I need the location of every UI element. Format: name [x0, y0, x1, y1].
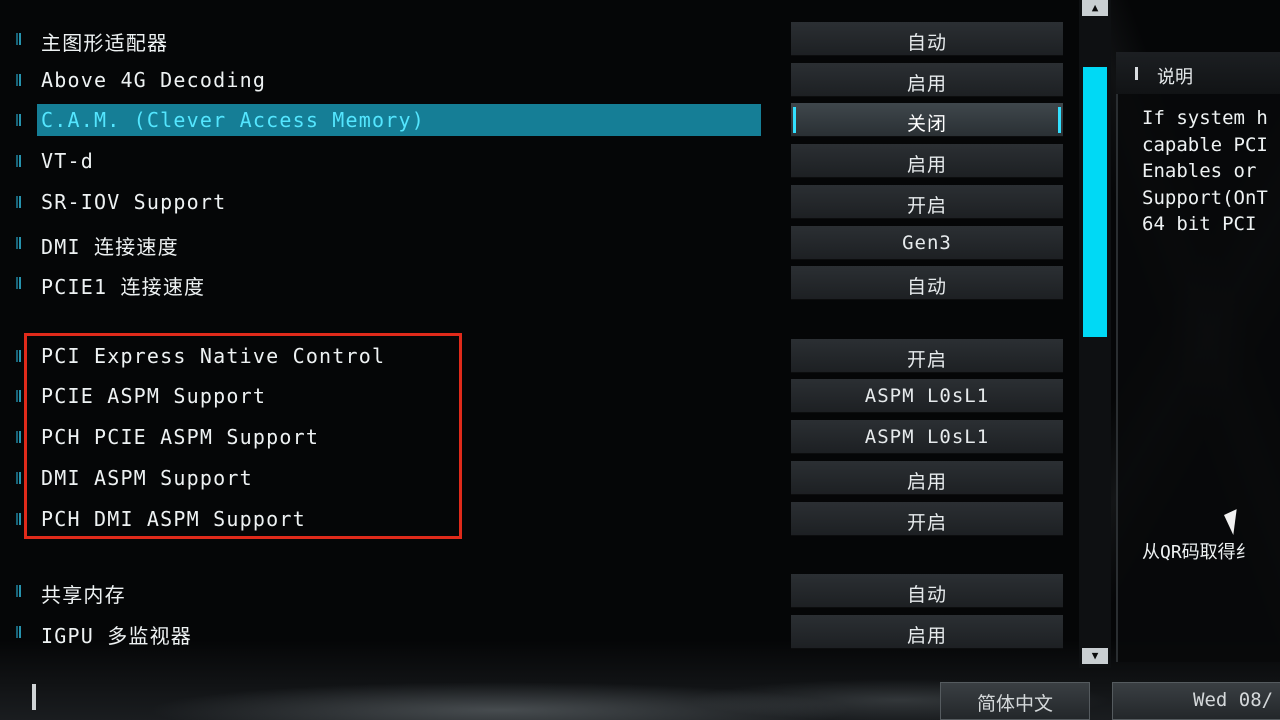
- setting-row[interactable]: DMI 连接速度 Gen3: [0, 226, 1075, 260]
- setting-value-button[interactable]: 启用: [791, 144, 1063, 178]
- datetime-label: Wed 08/: [1193, 689, 1274, 711]
- setting-row[interactable]: SR-IOV Support 开启: [0, 185, 1075, 219]
- setting-value: 自动: [906, 32, 947, 54]
- setting-value-button[interactable]: 开启: [791, 339, 1063, 373]
- bullet-icon: [16, 513, 24, 525]
- bullet-icon: [16, 390, 24, 402]
- setting-value: ASPM L0sL1: [864, 426, 990, 448]
- setting-value-button[interactable]: 自动: [791, 22, 1063, 56]
- triangle-down-icon[interactable]: ▼: [1082, 648, 1108, 664]
- bullet-icon: [16, 33, 24, 45]
- setting-label: SR-IOV Support: [41, 190, 227, 214]
- setting-label: 主图形适配器: [41, 31, 169, 55]
- setting-value: 启用: [906, 471, 947, 493]
- setting-row[interactable]: VT-d 启用: [0, 144, 1075, 178]
- setting-label: Above 4G Decoding: [41, 68, 267, 92]
- setting-value-button[interactable]: 启用: [791, 461, 1063, 495]
- setting-label: DMI 连接速度: [41, 235, 179, 259]
- bullet-icon: [16, 74, 24, 86]
- annotation-highlight-box: [24, 333, 462, 539]
- qr-code-hint: 从QR码取得纟: [1142, 542, 1254, 563]
- bullet-icon: [16, 277, 24, 289]
- setting-label: 共享内存: [41, 583, 126, 607]
- setting-value: 开启: [906, 512, 947, 534]
- language-label: 简体中文: [976, 693, 1053, 715]
- setting-value: 开启: [906, 349, 947, 371]
- setting-row[interactable]: Above 4G Decoding 启用: [0, 63, 1075, 97]
- bullet-icon: [16, 585, 24, 597]
- setting-row[interactable]: 共享内存 自动: [0, 574, 1075, 608]
- setting-value: 开启: [906, 195, 947, 217]
- setting-label: C.A.M. (Clever Access Memory): [41, 108, 425, 132]
- setting-value-button[interactable]: 自动: [791, 574, 1063, 608]
- setting-row[interactable]: PCIE1 连接速度 自动: [0, 266, 1075, 300]
- setting-value-button[interactable]: 关闭: [791, 103, 1063, 137]
- setting-value: Gen3: [902, 232, 952, 254]
- bullet-icon: [16, 196, 24, 208]
- setting-label: PCIE1 连接速度: [41, 275, 206, 299]
- setting-value: 启用: [906, 73, 947, 95]
- setting-row[interactable]: 主图形适配器 自动: [0, 22, 1075, 56]
- setting-label: VT-d: [41, 149, 94, 173]
- description-title: 说明: [1157, 67, 1193, 88]
- header-bar-icon: [1135, 67, 1138, 80]
- bullet-icon: [16, 626, 24, 638]
- language-button[interactable]: 简体中文: [940, 682, 1090, 720]
- bullet-icon: [16, 472, 24, 484]
- setting-value-button[interactable]: 自动: [791, 266, 1063, 300]
- bullet-icon: [16, 237, 24, 249]
- setting-row[interactable]: IGPU 多监视器 启用: [0, 615, 1075, 649]
- setting-value: ASPM L0sL1: [864, 385, 990, 407]
- bullet-icon: [16, 350, 24, 362]
- bullet-icon: [16, 155, 24, 167]
- setting-value-button[interactable]: ASPM L0sL1: [791, 379, 1063, 413]
- triangle-up-icon[interactable]: ▲: [1082, 0, 1108, 16]
- setting-value-button[interactable]: Gen3: [791, 226, 1063, 260]
- setting-value: 关闭: [906, 113, 947, 135]
- description-text: If system h capable PCI Enables or Suppo…: [1142, 107, 1268, 235]
- setting-label: IGPU 多监视器: [41, 624, 193, 648]
- setting-value-button[interactable]: ASPM L0sL1: [791, 420, 1063, 454]
- setting-value-button[interactable]: 开启: [791, 185, 1063, 219]
- bullet-icon: [16, 114, 24, 126]
- description-header: [1116, 52, 1280, 94]
- setting-value: 自动: [906, 584, 947, 606]
- selection-marker-right: [1058, 107, 1061, 133]
- setting-value-button[interactable]: 启用: [791, 63, 1063, 97]
- setting-value: 启用: [906, 625, 947, 647]
- status-bar-marker: [32, 684, 36, 710]
- scrollbar-thumb[interactable]: [1083, 67, 1107, 337]
- bullet-icon: [16, 431, 24, 443]
- setting-value-button[interactable]: 开启: [791, 502, 1063, 536]
- setting-value: 自动: [906, 276, 947, 298]
- setting-value: 启用: [906, 154, 947, 176]
- setting-row-selected[interactable]: C.A.M. (Clever Access Memory) 关闭: [0, 103, 1075, 137]
- datetime-display: Wed 08/: [1112, 682, 1280, 720]
- setting-value-button[interactable]: 启用: [791, 615, 1063, 649]
